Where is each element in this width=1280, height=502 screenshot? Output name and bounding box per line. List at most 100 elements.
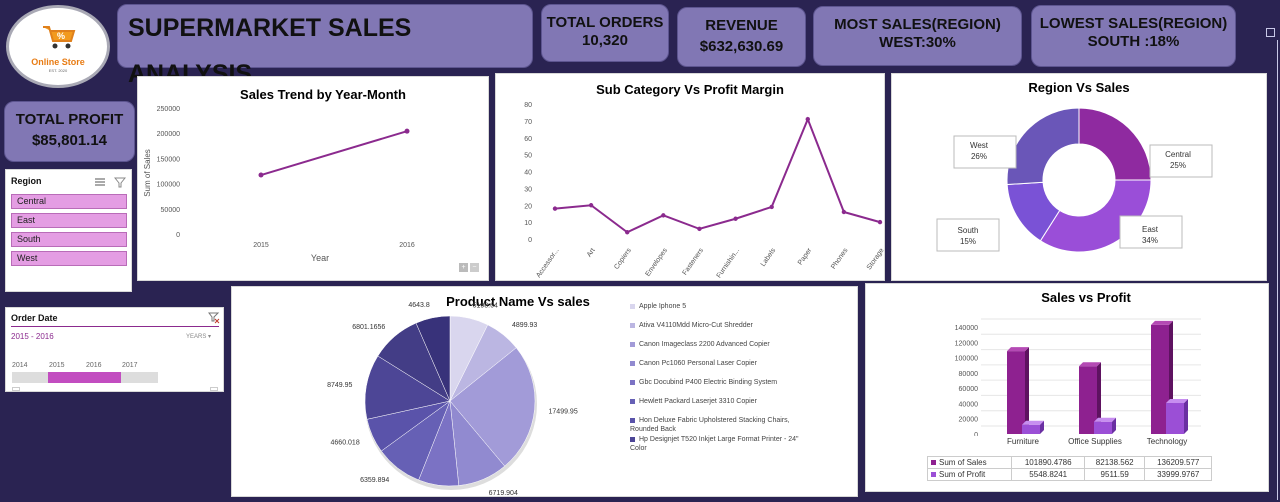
multi-select-icon[interactable] — [94, 175, 106, 186]
kpi-revenue: REVENUE $632,630.69 — [677, 7, 806, 67]
chart-sales-trend: Sales Trend by Year-Month Sum of Sales Y… — [137, 76, 489, 281]
table-cell: 9511.59 — [1083, 468, 1146, 481]
logo-brand: Online Store — [31, 57, 85, 67]
legend-sales: Sum of Sales — [926, 456, 1013, 469]
product-legend: Apple Iphone 5 Ativa V4110Mdd Micro-Cut S… — [630, 301, 850, 481]
y-tick-label: 40000 — [959, 401, 979, 408]
x-tick-label: Furniture — [1006, 437, 1039, 446]
subcategory-svg: Sub Category Vs Profit Margin 0 10 20 30 40 5… — [524, 82, 885, 280]
collapse-icon[interactable]: − — [469, 263, 479, 272]
x-tick-label: Paper — [797, 247, 814, 267]
slice-value-label: 6801.1656 — [352, 324, 385, 331]
data-point — [588, 203, 594, 208]
series-line — [554, 116, 881, 234]
slice-value-label: 8749.95 — [327, 382, 352, 389]
clear-filter-icon[interactable] — [113, 175, 127, 188]
y-tick-label: 20 — [524, 203, 532, 210]
y-tick-label: 120000 — [955, 340, 978, 347]
y-tick-label: 200000 — [157, 131, 180, 138]
kpi-lowest-sales-region: LOWEST SALES(REGION) SOUTH :18% — [1031, 5, 1236, 67]
bar — [1094, 421, 1112, 434]
timeline-selection[interactable] — [48, 372, 121, 383]
logo-tagline: EST. 2020 — [48, 68, 68, 73]
y-tick-label: 70 — [524, 119, 532, 126]
sales-trend-svg: Sales Trend by Year-Month Sum of Sales Y… — [143, 87, 415, 263]
x-tick-label: Accessor... — [535, 247, 560, 279]
slice-value-label: 6719.904 — [489, 490, 518, 496]
table-row: Sum of Profit 5548.8241 9511.59 33999.97… — [926, 468, 1212, 481]
legend-item: Hp Designjet T520 Inkjet Large Format Pr… — [630, 436, 799, 452]
sales-profit-svg: Sales vs Profit 0 20000 40000 60000 80000 100… — [955, 290, 1201, 436]
zoom-controls[interactable]: + − — [459, 263, 479, 272]
y-tick-label: 250000 — [157, 106, 180, 113]
data-point — [404, 128, 410, 134]
slice-pct: 34% — [1142, 236, 1158, 245]
timeline-range: 2015 - 2016 — [11, 332, 54, 341]
chart-title: Product Name Vs sales — [446, 294, 590, 309]
data-point — [552, 206, 558, 211]
kpi-most-sales-region: MOST SALES(REGION) WEST:30% — [813, 6, 1022, 66]
bar-side — [1184, 399, 1188, 434]
x-tick-label: Art — [586, 247, 597, 258]
slicer-item-east[interactable]: East — [11, 213, 127, 228]
y-tick-label: 0 — [176, 232, 180, 239]
kpi-total-profit: TOTAL PROFIT $85,801.14 — [4, 101, 135, 162]
x-tick-label: Storage — [866, 247, 884, 271]
data-point — [805, 116, 810, 122]
y-tick-label: 60000 — [959, 386, 979, 393]
expand-icon[interactable]: + — [459, 263, 468, 272]
x-tick-label: Envelopes — [644, 247, 669, 278]
legend-item: Hon Deluxe Fabric Upholstered Stacking C… — [630, 417, 790, 433]
data-point — [258, 172, 264, 178]
kpi-total-orders: TOTAL ORDERS 10,320 — [541, 4, 669, 62]
x-axis-label: Year — [311, 253, 329, 263]
legend-item: Hewlett Packard Laserjet 3310 Copier — [630, 397, 810, 406]
slice-label: South — [958, 226, 979, 235]
slice-value-label: 17499.95 — [549, 409, 578, 416]
slicer-item-south[interactable]: South — [11, 232, 127, 247]
table-row: Sum of Sales 101890.4786 82138.562 13620… — [926, 456, 1212, 469]
bar — [1007, 351, 1025, 434]
logo: % Online Store EST. 2020 — [6, 5, 110, 88]
cart-icon: % — [42, 25, 76, 49]
x-tick-label: Labels — [760, 247, 778, 268]
slice-pct: 26% — [971, 152, 987, 161]
data-point — [841, 209, 847, 215]
chart-title: Sales Trend by Year-Month — [240, 87, 406, 102]
x-tick-label: 2015 — [253, 242, 269, 249]
bar — [1022, 424, 1040, 434]
donut-slice-west — [1006, 107, 1080, 186]
data-point — [733, 216, 738, 221]
legend-item: Canon Imageclass 2200 Advanced Copier — [630, 340, 810, 349]
x-tick-label: Phones — [830, 247, 850, 271]
chart-title: Region Vs Sales — [1028, 80, 1129, 95]
y-tick-label: 150000 — [157, 156, 180, 163]
data-point — [625, 230, 630, 235]
timeline-scroll-left[interactable] — [12, 387, 20, 391]
chart-title: Sub Category Vs Profit Margin — [596, 82, 784, 97]
legend-item: Apple Iphone 5 — [630, 302, 810, 311]
timeline-scroll-right[interactable] — [210, 387, 218, 391]
timeline-title: Order Date — [11, 313, 58, 323]
right-edge-line — [1277, 40, 1278, 500]
y-tick-label: 30 — [524, 186, 532, 193]
table-cell: 33999.9767 — [1144, 468, 1212, 481]
timeline-divider — [11, 326, 219, 327]
clear-filter-icon[interactable] — [208, 311, 220, 324]
legend-item: Gbc Docubind P400 Electric Binding Syste… — [630, 378, 810, 387]
x-tick-label: Copiers — [613, 247, 633, 271]
timeline-unit-dropdown[interactable]: YEARS ▾ — [186, 333, 211, 340]
y-tick-label: 80 — [524, 102, 532, 109]
y-tick-label: 50 — [524, 153, 532, 160]
y-tick-label: 80000 — [959, 371, 979, 378]
x-tick-labels: Furniture Office Supplies Technology — [987, 437, 1203, 446]
slicer-item-central[interactable]: Central — [11, 194, 127, 209]
slicer-item-west[interactable]: West — [11, 251, 127, 266]
order-date-timeline: Order Date 2015 - 2016 YEARS ▾ 2014 2015… — [5, 307, 224, 392]
data-point — [697, 226, 702, 232]
y-tick-label: 100000 — [157, 182, 180, 189]
slice-pct: 25% — [1170, 161, 1186, 170]
slice-value-label: 4643.8 — [408, 302, 430, 309]
slice-label: Central — [1165, 150, 1191, 159]
x-tick-label: Fasteners — [681, 247, 705, 277]
